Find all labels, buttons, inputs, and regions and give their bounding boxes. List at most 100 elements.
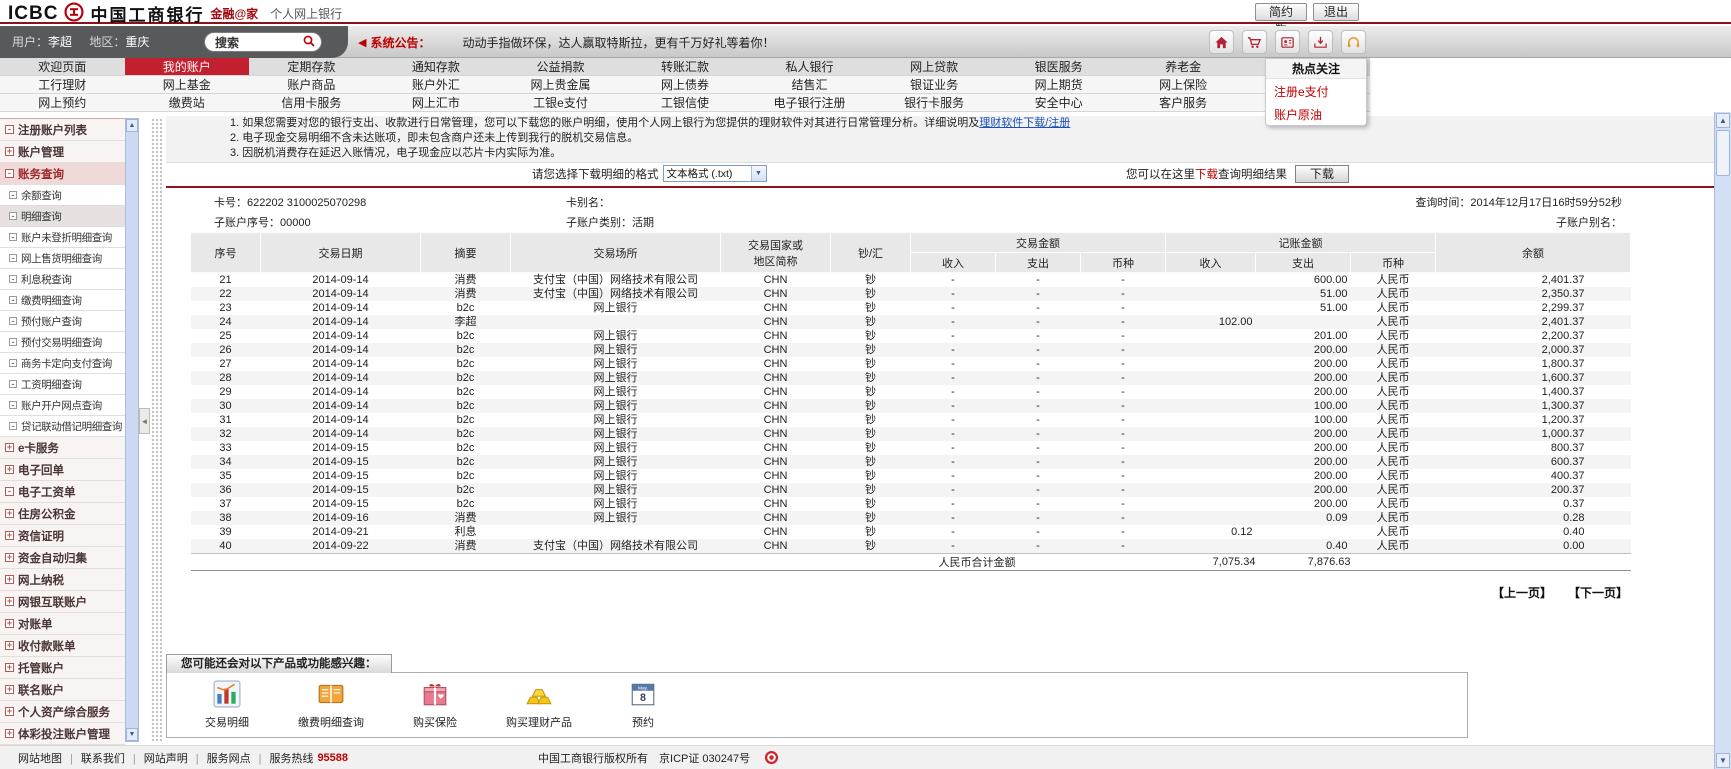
logout-button[interactable]: 退出: [1313, 3, 1359, 21]
expand-toggle-icon[interactable]: -: [5, 169, 14, 178]
sidebar-item[interactable]: + 账户管理: [0, 141, 125, 163]
nav-item[interactable]: 养老金: [1121, 58, 1246, 75]
sidebar-item[interactable]: - 明细查询: [0, 206, 125, 227]
nav-item[interactable]: 私人银行: [747, 58, 872, 75]
nav-item[interactable]: 定期存款: [249, 58, 374, 75]
expand-toggle-icon[interactable]: -: [5, 487, 14, 496]
sidebar-item[interactable]: + 联名账户: [0, 679, 125, 701]
expand-toggle-icon[interactable]: +: [5, 707, 14, 716]
recommend-transaction-detail[interactable]: 交易明细: [183, 680, 271, 730]
nav-item[interactable]: 通知存款: [374, 58, 499, 75]
expand-toggle-icon[interactable]: +: [5, 619, 14, 628]
sidebar-item[interactable]: - 注册账户列表: [0, 119, 125, 141]
sidebar-item[interactable]: + 对账单: [0, 613, 125, 635]
inbox-download-icon[interactable]: [1308, 30, 1333, 54]
expand-toggle-icon[interactable]: -: [9, 233, 17, 241]
nav-item[interactable]: 网上贵金属: [498, 76, 623, 93]
expand-toggle-icon[interactable]: -: [9, 359, 17, 367]
expand-toggle-icon[interactable]: +: [5, 663, 14, 672]
sidebar-item[interactable]: - 缴费明细查询: [0, 290, 125, 311]
prev-page-link[interactable]: 【上一页】: [1492, 584, 1552, 601]
footer-link[interactable]: 网站声明: [144, 753, 207, 765]
sidebar-item[interactable]: - 工资明细查询: [0, 374, 125, 395]
sidebar-item[interactable]: + 资金自动归集: [0, 547, 125, 569]
expand-toggle-icon[interactable]: -: [9, 296, 17, 304]
sidebar-item[interactable]: + 网银互联账户: [0, 591, 125, 613]
sidebar-item[interactable]: + 收付款账单: [0, 635, 125, 657]
nav-item[interactable]: 银医服务: [996, 58, 1121, 75]
expand-toggle-icon[interactable]: +: [5, 531, 14, 540]
expand-toggle-icon[interactable]: -: [5, 125, 14, 134]
scroll-down-icon[interactable]: ▼: [126, 728, 138, 741]
sidebar-item[interactable]: + e卡服务: [0, 437, 125, 459]
expand-toggle-icon[interactable]: +: [5, 147, 14, 156]
nav-item[interactable]: 缴费站: [125, 94, 250, 111]
sidebar-resize-handle[interactable]: [151, 118, 162, 742]
nav-item[interactable]: 电子银行注册: [747, 94, 872, 111]
sidebar-item[interactable]: + 网上纳税: [0, 569, 125, 591]
nav-item[interactable]: 工行理财: [0, 76, 125, 93]
expand-toggle-icon[interactable]: +: [5, 465, 14, 474]
scroll-down-icon[interactable]: ▼: [1716, 753, 1730, 768]
contacts-icon[interactable]: [1275, 30, 1300, 54]
sidebar-item[interactable]: - 账务查询: [0, 163, 125, 185]
expand-toggle-icon[interactable]: -: [9, 212, 17, 220]
sidebar-item[interactable]: - 预付账户查询: [0, 311, 125, 332]
sidebar-item[interactable]: - 账户开户网点查询: [0, 395, 125, 416]
expand-toggle-icon[interactable]: -: [9, 275, 17, 283]
sidebar-item[interactable]: - 网上售货明细查询: [0, 248, 125, 269]
nav-item[interactable]: 欢迎页面: [0, 58, 125, 75]
sidebar-item[interactable]: - 余额查询: [0, 185, 125, 206]
nav-item[interactable]: 信用卡服务: [249, 94, 374, 111]
page-scrollbar[interactable]: ▲ ▼: [1714, 112, 1731, 769]
sidebar-item[interactable]: - 贷记联动借记明细查询: [0, 416, 125, 437]
recommend-appointment[interactable]: May.8 预约: [599, 680, 687, 730]
headset-icon[interactable]: [1341, 30, 1366, 54]
sidebar-item[interactable]: - 利息税查询: [0, 269, 125, 290]
hot-topic-link[interactable]: 注册e支付: [1266, 79, 1366, 102]
nav-item[interactable]: 安全中心: [996, 94, 1121, 111]
scroll-up-icon[interactable]: ▲: [1716, 113, 1730, 128]
footer-link[interactable]: 联系我们: [81, 753, 144, 765]
sidebar-item[interactable]: + 体彩投注账户管理: [0, 723, 125, 745]
expand-toggle-icon[interactable]: -: [9, 254, 17, 262]
download-hint-link[interactable]: 下载: [1195, 169, 1218, 181]
footer-link[interactable]: 服务网点: [207, 753, 270, 765]
sidebar-item[interactable]: - 电子工资单: [0, 481, 125, 503]
expand-toggle-icon[interactable]: -: [9, 401, 17, 409]
expand-toggle-icon[interactable]: +: [5, 443, 14, 452]
expand-toggle-icon[interactable]: -: [9, 380, 17, 388]
nav-item[interactable]: 网上期货: [996, 76, 1121, 93]
expand-toggle-icon[interactable]: +: [5, 553, 14, 562]
hot-topic-link[interactable]: 账户原油: [1266, 102, 1366, 125]
footer-link[interactable]: 网站地图: [18, 753, 81, 765]
format-select[interactable]: 文本格式 (.txt) ▼: [663, 165, 767, 182]
nav-item[interactable]: 网上基金: [125, 76, 250, 93]
sidebar-item[interactable]: + 住房公积金: [0, 503, 125, 525]
recommend-payment-detail[interactable]: 缴费明细查询: [287, 680, 375, 730]
scrollbar-thumb[interactable]: [1716, 130, 1730, 176]
select-dropdown-icon[interactable]: ▼: [751, 166, 766, 181]
expand-toggle-icon[interactable]: +: [5, 729, 14, 738]
cart-icon[interactable]: [1242, 30, 1267, 54]
nav-item[interactable]: 结售汇: [747, 76, 872, 93]
expand-toggle-icon[interactable]: +: [5, 597, 14, 606]
sidebar-item[interactable]: - 商务卡定向支付查询: [0, 353, 125, 374]
expand-toggle-icon[interactable]: -: [9, 338, 17, 346]
home-icon[interactable]: [1209, 30, 1234, 54]
notice-link[interactable]: 理财软件下载/注册: [979, 117, 1070, 129]
expand-toggle-icon[interactable]: -: [9, 422, 17, 430]
nav-item[interactable]: 网上汇市: [374, 94, 499, 111]
sidebar-item[interactable]: + 个人资产综合服务: [0, 701, 125, 723]
expand-toggle-icon[interactable]: +: [5, 575, 14, 584]
scroll-up-icon[interactable]: ▲: [126, 119, 138, 132]
next-page-link[interactable]: 【下一页】: [1568, 584, 1628, 601]
expand-toggle-icon[interactable]: +: [5, 641, 14, 650]
expand-toggle-icon[interactable]: +: [5, 685, 14, 694]
simple-version-button[interactable]: 简约版: [1255, 3, 1307, 21]
nav-item[interactable]: 网上贷款: [872, 58, 997, 75]
nav-item[interactable]: 网上债券: [623, 76, 748, 93]
recommend-insurance[interactable]: 购买保险: [391, 680, 479, 730]
sidebar-item[interactable]: + 电子回单: [0, 459, 125, 481]
nav-item[interactable]: 银证业务: [872, 76, 997, 93]
